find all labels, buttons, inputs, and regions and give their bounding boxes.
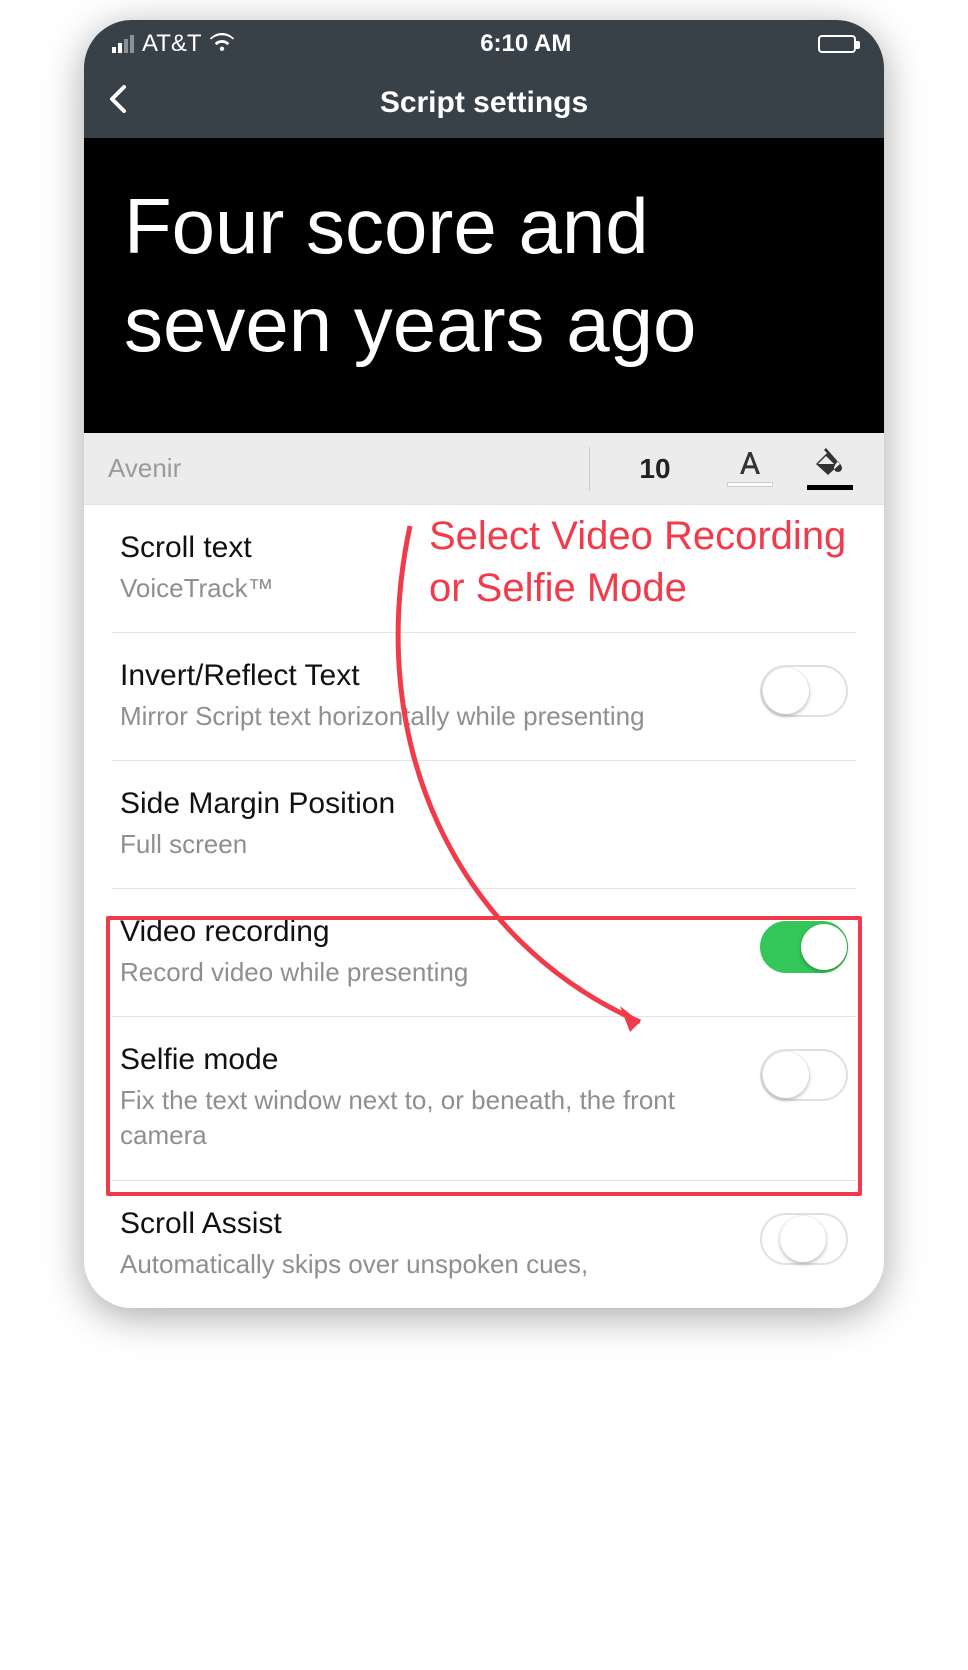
font-name-selector[interactable]: Avenir [108,453,569,484]
font-size-selector[interactable]: 10 [610,453,700,485]
status-bar: AT&T 6:10 AM [84,20,884,68]
text-color-button[interactable] [720,450,780,487]
script-preview: Four score and seven years ago [84,138,884,433]
back-button[interactable] [108,82,128,124]
invert-reflect-toggle[interactable] [760,665,848,717]
signal-icon [112,35,134,53]
battery-icon [818,35,856,53]
text-color-icon [734,450,766,478]
scroll-assist-title: Scroll Assist [120,1207,744,1241]
scroll-assist-subtitle: Automatically skips over unspoken cues, [120,1247,744,1282]
font-toolbar: Avenir 10 [84,433,884,505]
scroll-assist-row: Scroll Assist Automatically skips over u… [112,1181,856,1308]
status-time: 6:10 AM [480,30,571,58]
annotation-highlight-box [106,916,862,1196]
status-right [818,35,856,53]
paint-bucket-icon [812,448,848,476]
status-left: AT&T [112,30,234,58]
navbar: Script settings [84,68,884,138]
carrier-label: AT&T [142,30,202,58]
background-color-button[interactable] [800,448,860,490]
divider [589,447,590,491]
navbar-title: Script settings [380,86,588,120]
scroll-assist-toggle[interactable] [760,1213,848,1265]
wifi-icon [210,31,234,57]
phone-frame: AT&T 6:10 AM Script settings Four score … [84,20,884,1308]
